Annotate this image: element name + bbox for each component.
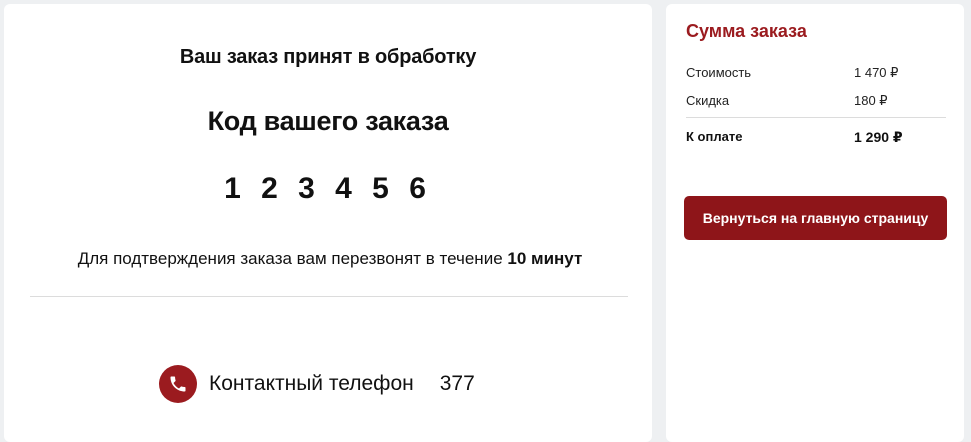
summary-cost-label: Стоимость bbox=[686, 65, 752, 80]
summary-total-label: К оплате bbox=[686, 129, 743, 144]
contact-phone-label: Контактный телефон bbox=[209, 372, 414, 395]
summary-discount-value: 180 ₽ bbox=[854, 93, 888, 108]
confirmation-note-text: Для подтверждения заказа вам перезвонят … bbox=[77, 249, 508, 268]
order-confirmation-card: Ваш заказ принят в обработку Код вашего … bbox=[4, 4, 652, 442]
phone-icon bbox=[159, 365, 197, 403]
contact-phone-row: Контактный телефон 377 bbox=[159, 364, 475, 404]
back-to-home-button[interactable]: Вернуться на главную страницу bbox=[684, 196, 947, 240]
summary-cost-value: 1 470 ₽ bbox=[854, 65, 899, 80]
summary-divider bbox=[686, 117, 946, 118]
order-status-heading: Ваш заказ принят в обработку bbox=[179, 46, 477, 68]
divider bbox=[30, 296, 628, 297]
order-code-title: Код вашего заказа bbox=[207, 106, 449, 136]
summary-total-value: 1 290 ₽ bbox=[854, 129, 903, 145]
confirmation-time: 10 минут bbox=[507, 249, 583, 268]
confirmation-note: Для подтверждения заказа вам перезвонят … bbox=[4, 249, 656, 269]
order-code-value: 1 2 3 4 5 6 bbox=[224, 172, 432, 205]
order-summary-card: Сумма заказа Стоимость 1 470 ₽ Скидка 18… bbox=[666, 4, 964, 442]
contact-phone-value[interactable]: 377 bbox=[440, 372, 475, 396]
summary-discount-label: Скидка bbox=[686, 93, 730, 108]
order-summary-title: Сумма заказа bbox=[686, 21, 807, 41]
